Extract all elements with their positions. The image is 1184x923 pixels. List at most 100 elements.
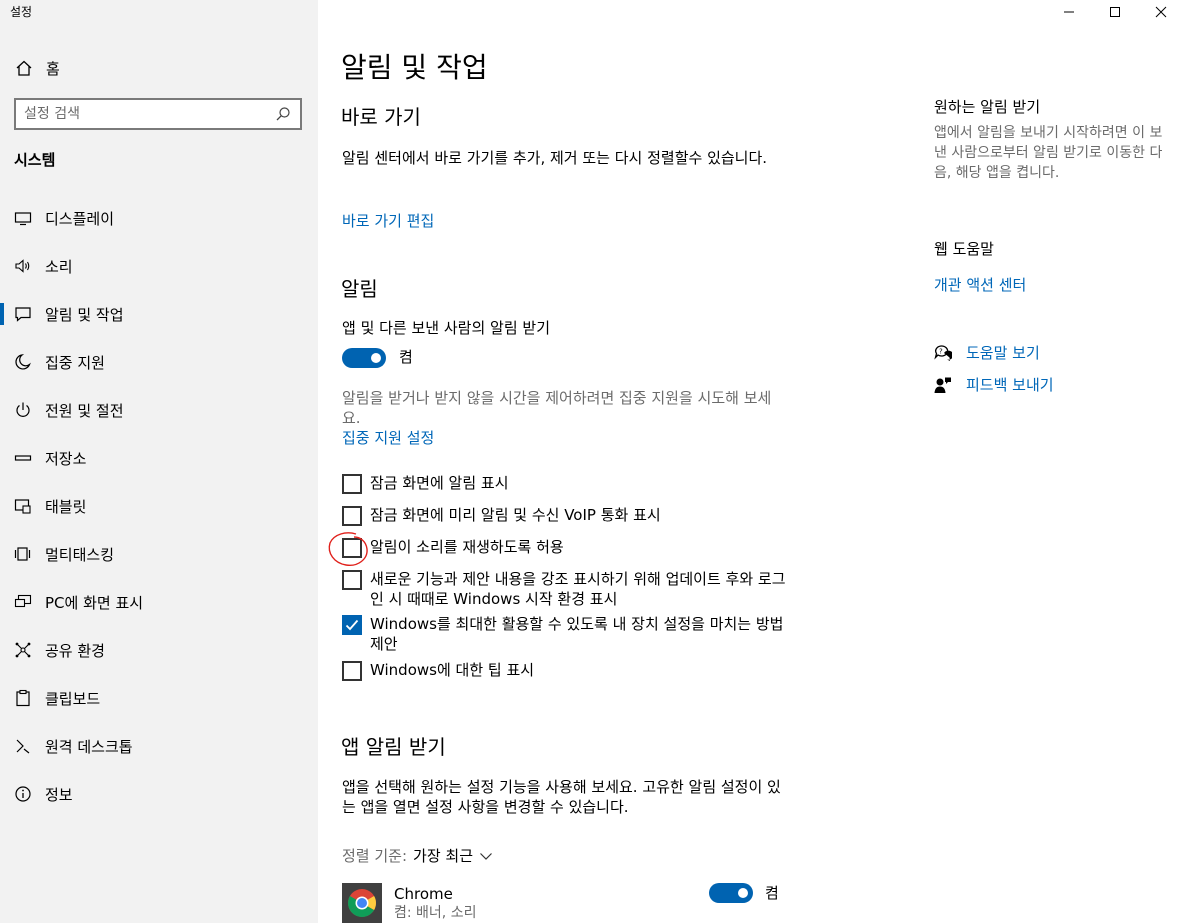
checkbox-notification-sounds[interactable]: 알림이 소리를 재생하도록 허용 xyxy=(342,537,790,558)
checkbox-label: 잠금 화면에 알림 표시 xyxy=(370,474,509,492)
page-title: 알림 및 작업 xyxy=(341,51,488,84)
sidebar-item-label: 집중 지원 xyxy=(45,353,105,372)
sidebar-item-label: 알림 및 작업 xyxy=(45,305,124,324)
checkbox-lock-screen-notifications[interactable]: 잠금 화면에 알림 표시 xyxy=(342,473,790,494)
sidebar-item-power[interactable]: 전원 및 절전 xyxy=(0,386,318,434)
tablet-icon xyxy=(14,497,32,515)
search-icon[interactable] xyxy=(274,105,292,123)
sidebar-item-clipboard[interactable]: 클립보드 xyxy=(0,674,318,722)
checkbox-label: 새로운 기능과 제안 내용을 강조 표시하기 위해 업데이트 후와 로그인 시 … xyxy=(370,570,786,608)
nav-home[interactable]: 홈 xyxy=(14,56,60,80)
sidebar-item-label: PC에 화면 표시 xyxy=(45,593,144,612)
sidebar-item-sound[interactable]: 소리 xyxy=(0,242,318,290)
sidebar-item-about[interactable]: 정보 xyxy=(0,770,318,818)
sidebar-item-tablet[interactable]: 태블릿 xyxy=(0,482,318,530)
checkbox[interactable] xyxy=(342,661,362,681)
sidebar-item-storage[interactable]: 저장소 xyxy=(0,434,318,482)
checkbox[interactable] xyxy=(342,615,362,635)
sidebar-item-label: 정보 xyxy=(45,785,73,804)
app-notifications-heading: 앱 알림 받기 xyxy=(341,735,446,759)
toggle-knob xyxy=(738,888,748,898)
get-notifications-heading: 원하는 알림 받기 xyxy=(934,98,1041,116)
nav-home-label: 홈 xyxy=(46,59,60,78)
chrome-notifications-toggle[interactable] xyxy=(709,883,753,903)
remote-desktop-icon xyxy=(14,737,32,755)
action-center-overview-link[interactable]: 개관 액션 센터 xyxy=(934,274,1026,295)
annotation-circle xyxy=(328,532,368,566)
chrome-icon xyxy=(342,883,382,923)
info-icon xyxy=(14,785,32,803)
checkbox-label: 잠금 화면에 미리 알림 및 수신 VoIP 통화 표시 xyxy=(370,506,661,524)
sidebar-item-shared-experiences[interactable]: 공유 환경 xyxy=(0,626,318,674)
notifications-toggle-state: 켬 xyxy=(399,348,413,366)
sidebar-item-label: 원격 데스크톱 xyxy=(45,737,133,756)
display-icon xyxy=(14,209,32,227)
search-box[interactable] xyxy=(14,98,302,130)
quick-actions-description: 알림 센터에서 바로 가기를 추가, 제거 또는 다시 정렬할수 있습니다. xyxy=(342,149,768,167)
get-notifications-text: 앱에서 알림을 보내기 시작하려면 이 보낸 사람으로부터 알림 받기로 이동한… xyxy=(934,125,1163,181)
chevron-down-icon xyxy=(479,851,493,861)
app-detail: 켬: 배너, 소리 xyxy=(394,905,477,921)
sidebar-item-label: 전원 및 절전 xyxy=(45,401,124,420)
sidebar-item-label: 클립보드 xyxy=(45,689,101,708)
search-input[interactable] xyxy=(24,106,274,122)
window-title: 설정 xyxy=(10,5,33,19)
send-feedback-link[interactable]: 피드백 보내기 xyxy=(934,374,1054,395)
sort-value: 가장 최근 xyxy=(413,847,473,865)
storage-icon xyxy=(14,449,32,467)
toggle-knob xyxy=(371,353,381,363)
sidebar: 설정 홈 시스템 디스플레이 소리 알림 및 작업 집중 지원 xyxy=(0,0,318,923)
sidebar-item-label: 태블릿 xyxy=(45,497,87,516)
sidebar-item-notifications[interactable]: 알림 및 작업 xyxy=(0,290,318,338)
notification-icon xyxy=(14,305,32,323)
help-chat-icon: ? xyxy=(934,344,952,362)
sidebar-item-multitasking[interactable]: 멀티태스킹 xyxy=(0,530,318,578)
sidebar-item-display[interactable]: 디스플레이 xyxy=(0,194,318,242)
sidebar-item-project[interactable]: PC에 화면 표시 xyxy=(0,578,318,626)
checkbox[interactable] xyxy=(342,570,362,590)
app-name: Chrome xyxy=(394,885,453,903)
moon-icon xyxy=(14,353,32,371)
sidebar-item-label: 공유 환경 xyxy=(45,641,105,660)
send-feedback-label: 피드백 보내기 xyxy=(966,376,1054,394)
multitasking-icon xyxy=(14,545,32,563)
sidebar-section-title: 시스템 xyxy=(14,151,56,169)
checkbox-lock-screen-reminders-voip[interactable]: 잠금 화면에 미리 알림 및 수신 VoIP 통화 표시 xyxy=(342,505,790,526)
sidebar-item-label: 멀티태스킹 xyxy=(45,545,115,564)
sort-label: 정렬 기준: xyxy=(342,847,408,865)
power-icon xyxy=(14,401,32,419)
chrome-toggle-state: 켬 xyxy=(765,884,779,902)
clipboard-icon xyxy=(14,689,32,707)
focus-assist-hint: 알림을 받거나 받지 않을 시간을 제어하려면 집중 지원을 시도해 보세요. xyxy=(342,389,772,427)
sort-dropdown[interactable]: 정렬 기준: 가장 최근 xyxy=(342,846,493,866)
edit-quick-actions-link[interactable]: 바로 가기 편집 xyxy=(342,211,434,231)
checkbox-finish-setup-suggestions[interactable]: Windows를 최대한 활용할 수 있도록 내 장치 설정을 마치는 방법 제… xyxy=(342,614,790,654)
notifications-toggle[interactable] xyxy=(342,348,386,368)
checkbox-label: Windows에 대한 팁 표시 xyxy=(370,661,535,679)
checkbox-label: 알림이 소리를 재생하도록 허용 xyxy=(370,538,564,556)
focus-assist-settings-link[interactable]: 집중 지원 설정 xyxy=(342,428,434,448)
svg-text:?: ? xyxy=(939,347,943,355)
sidebar-item-remote-desktop[interactable]: 원격 데스크톱 xyxy=(0,722,318,770)
quick-actions-heading: 바로 가기 xyxy=(341,105,421,129)
shared-experiences-icon xyxy=(14,641,32,659)
feedback-icon xyxy=(934,376,952,394)
get-help-label: 도움말 보기 xyxy=(966,344,1040,362)
checkbox[interactable] xyxy=(342,506,362,526)
speaker-icon xyxy=(14,257,32,275)
get-help-link[interactable]: ? 도움말 보기 xyxy=(934,342,1040,363)
web-help-heading: 웹 도움말 xyxy=(934,240,994,258)
sidebar-item-label: 디스플레이 xyxy=(45,209,115,228)
notifications-heading: 알림 xyxy=(341,277,378,301)
checkbox-welcome-experience[interactable]: 새로운 기능과 제안 내용을 강조 표시하기 위해 업데이트 후와 로그인 시 … xyxy=(342,569,790,609)
sidebar-nav: 디스플레이 소리 알림 및 작업 집중 지원 전원 및 절전 저장소 태블릿 멀… xyxy=(0,194,318,818)
sidebar-item-label: 소리 xyxy=(45,257,73,276)
checkmark-icon xyxy=(345,619,359,631)
sidebar-item-label: 저장소 xyxy=(45,449,87,468)
checkbox-windows-tips[interactable]: Windows에 대한 팁 표시 xyxy=(342,660,790,681)
notifications-toggle-label: 앱 및 다른 보낸 사람의 알림 받기 xyxy=(342,319,551,337)
checkbox-label: Windows를 최대한 활용할 수 있도록 내 장치 설정을 마치는 방법 제… xyxy=(370,615,784,653)
checkbox[interactable] xyxy=(342,474,362,494)
sidebar-item-focus-assist[interactable]: 집중 지원 xyxy=(0,338,318,386)
app-notifications-description: 앱을 선택해 원하는 설정 기능을 사용해 보세요. 고유한 알림 설정이 있는… xyxy=(342,778,781,816)
